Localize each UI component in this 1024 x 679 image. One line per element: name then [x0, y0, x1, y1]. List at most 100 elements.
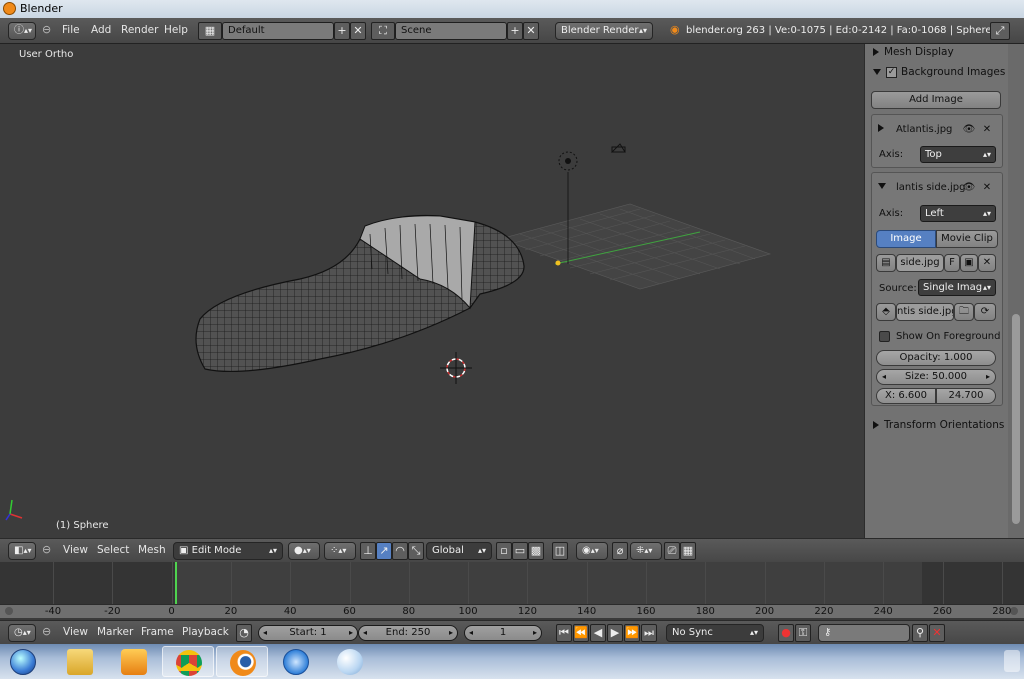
taskbar-itunes[interactable] [270, 646, 322, 677]
view3d-editor-type-button[interactable]: ◧▴▾ [8, 542, 36, 560]
timeline-strip[interactable] [0, 562, 1024, 618]
file-browse-icon[interactable]: ⬘ [876, 303, 896, 321]
collapse-menu-icon[interactable]: ⊖ [42, 23, 51, 36]
end-frame-field[interactable]: ◂ End: 250 ▸ [358, 625, 458, 641]
scrollbar-thumb[interactable] [1012, 314, 1020, 524]
eye-icon[interactable]: 👁 [962, 123, 976, 137]
3d-cursor[interactable] [440, 352, 472, 384]
fake-user-button[interactable]: F [944, 254, 960, 272]
tab-movie-clip[interactable]: Movie Clip [936, 230, 998, 248]
taskbar-explorer[interactable] [54, 646, 106, 677]
menu-frame[interactable]: Frame [141, 626, 174, 638]
sync-mode-dropdown[interactable]: No Sync ▴▾ [666, 624, 764, 642]
add-image-button[interactable]: Add Image [871, 91, 1001, 109]
render-engine-dropdown[interactable]: Blender Render ▴▾ [555, 22, 653, 40]
proportional-edit-dropdown[interactable]: ◉▴▾ [576, 542, 608, 560]
transform-orientation-dropdown[interactable]: Global ▴▾ [426, 542, 492, 560]
fullscreen-icon[interactable]: ⤢ [990, 22, 1010, 40]
image2-axis-dropdown[interactable]: Left ▴▾ [920, 205, 996, 222]
rotate-manipulator-icon[interactable]: ◠ [392, 542, 408, 560]
show-desktop-button[interactable] [1004, 650, 1020, 672]
tab-image[interactable]: Image [876, 230, 936, 248]
manipulator-toggle-icon[interactable]: ⊥ [360, 542, 376, 560]
play-reverse-icon[interactable]: ◀ [590, 624, 606, 642]
editor-type-button[interactable]: ⓘ▴▾ [8, 22, 36, 40]
vertex-select-icon[interactable]: ▫ [496, 542, 512, 560]
next-keyframe-icon[interactable]: ⏩ [624, 624, 640, 642]
viewport-shading-dropdown[interactable]: ●▴▾ [288, 542, 320, 560]
image2-collapse-icon[interactable] [878, 181, 891, 192]
decrement-arrow-icon[interactable]: ◂ [882, 370, 886, 384]
menu-marker[interactable]: Marker [97, 626, 133, 638]
opacity-slider[interactable]: Opacity: 1.000 [876, 350, 996, 366]
show-foreground-checkbox[interactable] [879, 331, 890, 342]
reload-icon[interactable]: ⟳ [974, 303, 996, 321]
eye-icon[interactable]: 👁 [962, 181, 976, 195]
menu-file[interactable]: File [62, 24, 80, 36]
insert-keyframe-icon[interactable]: ⚲ [912, 624, 928, 642]
menu-mesh[interactable]: Mesh [138, 544, 166, 556]
snap-element-dropdown[interactable]: ⁜▴▾ [630, 542, 662, 560]
scene-field[interactable]: Scene [395, 22, 507, 40]
close-icon[interactable]: ✕ [980, 123, 994, 137]
start-button[interactable] [0, 646, 52, 677]
timeline-editor[interactable]: -40 -20 0 20 40 60 80 100 120 140 160 180 200 220 240 2… [0, 562, 1024, 618]
close-icon[interactable]: ✕ [980, 181, 994, 195]
jump-start-icon[interactable]: ⏮ [556, 624, 572, 642]
camera-object[interactable] [610, 143, 626, 153]
add-scene-icon[interactable]: + [507, 22, 523, 40]
prev-keyframe-icon[interactable]: ⏪ [573, 624, 589, 642]
timeline-editor-type-button[interactable]: ◷▴▾ [8, 624, 36, 642]
mesh-display-header[interactable]: Mesh Display [873, 46, 954, 58]
render-animation-icon[interactable]: ▦ [680, 542, 696, 560]
filepath-field[interactable]: ntis side.jpg [896, 303, 954, 321]
image1-axis-dropdown[interactable]: Top ▴▾ [920, 146, 996, 163]
active-keying-set-field[interactable]: ⚷ [818, 624, 910, 642]
current-frame-field[interactable]: ◂ 1 ▸ [464, 625, 542, 641]
limit-selection-icon[interactable]: ◫ [552, 542, 568, 560]
taskbar-media-player[interactable] [108, 646, 160, 677]
jump-end-icon[interactable]: ⏭ [641, 624, 657, 642]
open-image-icon[interactable]: ▣ [960, 254, 978, 272]
size-slider[interactable]: ◂ Size: 50.000 ▸ [876, 369, 996, 385]
image-datablock-field[interactable]: side.jpg [896, 254, 944, 272]
taskbar-blender[interactable] [216, 646, 268, 677]
offset-x-field[interactable]: X: 6.600 [876, 388, 936, 404]
properties-scrollbar[interactable] [1008, 44, 1024, 538]
snap-toggle-icon[interactable]: ⌀ [612, 542, 628, 560]
use-preview-range-icon[interactable]: ◔ [236, 624, 252, 642]
menu-playback[interactable]: Playback [182, 626, 229, 638]
sphere-mesh[interactable] [195, 214, 525, 373]
offset-y-field[interactable]: 24.700 [936, 388, 996, 404]
pivot-point-dropdown[interactable]: ⁘▴▾ [324, 542, 356, 560]
taskbar-paint[interactable] [324, 646, 376, 677]
menu-view[interactable]: View [63, 544, 88, 556]
menu-select[interactable]: Select [97, 544, 129, 556]
remove-layout-icon[interactable]: ✕ [350, 22, 366, 40]
unlink-image-icon[interactable]: ✕ [978, 254, 996, 272]
image1-expand-icon[interactable] [878, 123, 889, 134]
background-images-checkbox[interactable]: ✓ [886, 66, 897, 78]
menu-render[interactable]: Render [121, 24, 158, 36]
collapse-menu-icon[interactable]: ⊖ [42, 543, 51, 556]
layout-field[interactable]: Default [222, 22, 334, 40]
mode-dropdown[interactable]: ▣ Edit Mode ▴▾ [173, 542, 283, 560]
record-icon[interactable]: ● [778, 624, 794, 642]
delete-keyframe-icon[interactable]: ✕ [929, 624, 945, 642]
face-select-icon[interactable]: ▩ [528, 542, 544, 560]
transform-orientations-header[interactable]: Transform Orientations [873, 419, 1004, 431]
scale-manipulator-icon[interactable]: ⤡ [408, 542, 424, 560]
scene-icon[interactable]: ⛶ [371, 22, 395, 40]
image-browse-icon[interactable]: ▤ [876, 254, 896, 272]
background-images-header[interactable]: ✓ Background Images [873, 66, 1005, 78]
taskbar-chrome[interactable] [162, 646, 214, 677]
source-dropdown[interactable]: Single Imag ▴▾ [918, 279, 996, 296]
3d-viewport[interactable]: User Ortho (1) Sphere [0, 44, 864, 538]
scroll-left-handle[interactable] [5, 607, 13, 615]
folder-icon[interactable]: 🗀 [954, 303, 974, 321]
increment-arrow-icon[interactable]: ▸ [986, 370, 990, 384]
viewport-scene[interactable] [0, 44, 864, 538]
frame-ruler[interactable]: -40 -20 0 20 40 60 80 100 120 140 160 180 200 220 240 2… [0, 604, 1024, 618]
keying-set-icon[interactable]: ⚿ [795, 624, 811, 642]
translate-manipulator-icon[interactable]: ↗ [376, 542, 392, 560]
